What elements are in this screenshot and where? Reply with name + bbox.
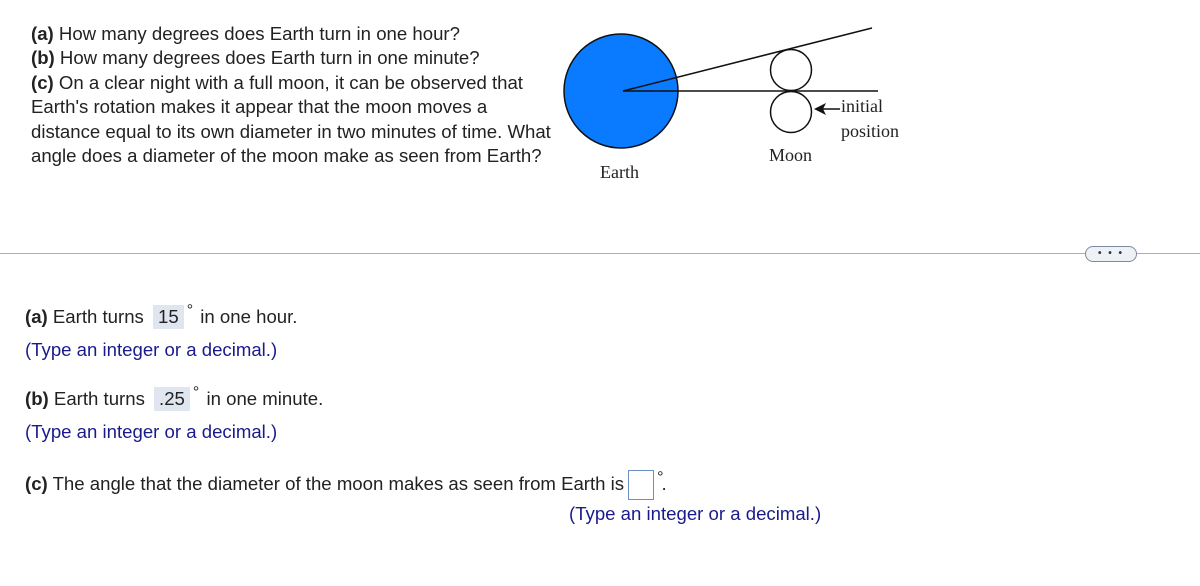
answer-b-suffix: in one minute. (201, 388, 324, 409)
answer-b-label: (b) (25, 388, 49, 409)
answer-b-prefix: Earth turns (48, 388, 145, 409)
answer-a-hint: (Type an integer or a decimal.) (25, 339, 278, 360)
expand-more-button[interactable]: • • • (1085, 246, 1137, 262)
answer-a-value[interactable]: 15 (153, 305, 184, 329)
answer-b: (b) Earth turns .25 ° in one minute. (25, 384, 324, 413)
degree-symbol: ° (186, 302, 194, 319)
part-a-label: (a) (31, 23, 54, 44)
question-text: (a) How many degrees does Earth turn in … (31, 22, 571, 168)
answer-a-suffix: in one hour. (195, 306, 298, 327)
moon-later-position (769, 48, 813, 92)
position-label: position (841, 121, 900, 141)
degree-symbol: ° (192, 384, 200, 401)
initial-label: initial (841, 96, 883, 116)
part-a-question: How many degrees does Earth turn in one … (53, 23, 460, 44)
answer-c-prefix: The angle that the diameter of the moon … (47, 472, 625, 494)
part-c-question: On a clear night with a full moon, it ca… (31, 71, 551, 167)
answer-c: (c) The angle that the diameter of the m… (25, 468, 667, 500)
earth-label: Earth (600, 162, 639, 182)
part-b-question: How many degrees does Earth turn in one … (54, 47, 480, 69)
degree-symbol: ° (657, 468, 664, 486)
moon-initial-position (769, 90, 813, 134)
answer-c-hint: (Type an integer or a decimal.) (569, 503, 822, 524)
moon-label: Moon (769, 145, 813, 165)
answer-c-input[interactable] (628, 470, 655, 500)
answer-a: (a) Earth turns 15 ° in one hour. (25, 302, 298, 331)
part-c-label: (c) (31, 71, 54, 93)
section-divider (0, 253, 1200, 254)
answer-b-value[interactable]: .25 (154, 387, 190, 411)
answer-b-hint: (Type an integer or a decimal.) (25, 421, 278, 442)
part-b-label: (b) (31, 47, 55, 69)
answer-c-label: (c) (25, 472, 48, 494)
earth-moon-diagram: Earth Moon initial position (560, 20, 910, 200)
answer-a-label: (a) (25, 306, 48, 327)
answer-a-prefix: Earth turns (47, 306, 144, 327)
